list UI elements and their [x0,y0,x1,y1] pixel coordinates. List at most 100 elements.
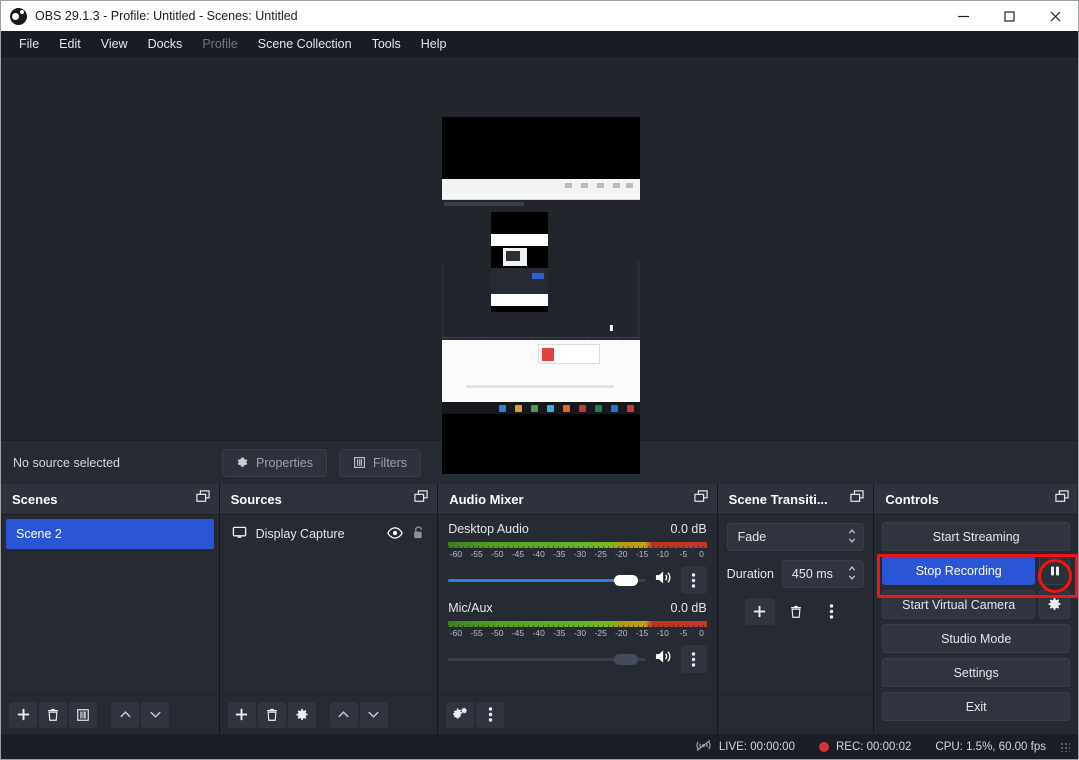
preview-area[interactable] [1,57,1078,474]
meter-tick: -15 [635,628,649,638]
gear-icon [1048,597,1061,610]
meter-tick: 0 [699,628,704,638]
scene-transitions-dock: Scene Transiti... Fade Duration 450 ms [717,484,875,734]
resize-grip-icon[interactable] [1060,741,1070,752]
menu-item-view[interactable]: View [91,33,138,55]
audio-track-menu-button[interactable] [680,645,707,673]
live-status: LIVE: 00:00:00 [695,739,795,755]
rec-timer-label: REC: 00:00:02 [835,740,912,753]
audio-advanced-properties-button[interactable] [446,701,475,728]
capture-window-titlebar [442,193,640,200]
trash-icon [266,708,277,721]
audio-track-db: 0.0 dB [670,601,707,615]
meter-tick: -40 [532,549,545,559]
meter-tick: -30 [573,549,587,559]
move-source-down-button[interactable] [359,701,388,728]
volume-slider[interactable] [448,650,646,668]
audio-mixer-dock-header: Audio Mixer [438,484,717,515]
scenes-list[interactable]: Scene 2 [1,515,219,694]
start-virtual-camera-button[interactable]: Start Virtual Camera [882,590,1035,619]
meter-tick: -35 [553,628,566,638]
preview-canvas[interactable] [442,117,640,474]
selected-source-status: No source selected [13,455,121,470]
audio-track-name: Desktop Audio [448,522,529,536]
menu-item-file[interactable]: File [9,33,49,55]
start-streaming-button[interactable]: Start Streaming [882,522,1070,551]
menu-bar: File Edit View Docks Profile Scene Colle… [1,31,1078,57]
remove-transition-button[interactable] [780,598,811,625]
maximize-icon[interactable] [986,1,1032,31]
transition-menu-button[interactable] [816,598,847,625]
sources-dock-title: Sources [230,491,282,507]
audio-mixer-menu-button[interactable] [476,701,505,728]
add-transition-button[interactable] [744,598,775,625]
sources-list[interactable]: Display Capture [220,515,438,694]
properties-button[interactable]: Properties [222,448,327,477]
monitor-icon [232,525,247,543]
pause-recording-button[interactable] [1039,556,1070,585]
unlock-icon[interactable] [412,525,425,543]
scene-transitions-dock-title: Scene Transiti... [728,491,828,507]
window-title: OBS 29.1.3 - Profile: Untitled - Scenes:… [35,9,298,23]
audio-track-name: Mic/Aux [448,601,493,615]
capture-nested-obs [442,200,640,423]
settings-button[interactable]: Settings [882,658,1070,687]
scene-transitions-footer [717,694,874,734]
menu-item-edit[interactable]: Edit [49,33,91,55]
sources-toolbar [219,694,438,734]
move-source-up-button[interactable] [329,701,358,728]
eye-icon[interactable] [387,526,403,543]
meter-tick: -50 [491,628,504,638]
vertical-dots-icon [488,707,492,722]
menu-item-docks[interactable]: Docks [138,33,193,55]
recording-row: Stop Recording [882,556,1070,585]
audio-mixer-dock-title: Audio Mixer [449,491,524,507]
stop-recording-button[interactable]: Stop Recording [882,556,1035,585]
spinner-arrows-icon[interactable] [846,526,858,549]
scene-filters-button[interactable] [69,701,97,728]
meter-tick: -15 [635,549,649,559]
menu-item-tools[interactable]: Tools [362,33,411,55]
plus-icon [235,708,248,721]
undock-icon[interactable] [1055,490,1069,508]
filters-button[interactable]: Filters [339,448,422,477]
remove-scene-button[interactable] [39,701,67,728]
title-bar: OBS 29.1.3 - Profile: Untitled - Scenes:… [1,1,1078,31]
undock-icon[interactable] [850,490,865,508]
audio-track-desktop: Desktop Audio 0.0 dB -60 -55 -50 -45 -40… [438,515,716,594]
undock-icon[interactable] [693,490,708,508]
meter-tick: -55 [470,549,483,559]
menu-item-profile[interactable]: Profile [192,33,247,55]
exit-button[interactable]: Exit [882,692,1070,721]
spinner-arrows-icon[interactable] [846,563,858,586]
virtual-camera-settings-button[interactable] [1039,590,1070,619]
undock-icon[interactable] [414,490,428,508]
add-source-button[interactable] [227,701,256,728]
close-icon[interactable] [1032,1,1078,31]
audio-track-mic: Mic/Aux 0.0 dB -60 -55 -50 -45 -40 -35 -… [438,594,716,673]
remove-source-button[interactable] [257,701,286,728]
mute-button[interactable] [654,648,673,670]
volume-slider[interactable] [448,571,646,589]
audio-track-menu-button[interactable] [680,566,707,594]
menu-item-scene-collection[interactable]: Scene Collection [248,33,362,55]
move-scene-up-button[interactable] [111,701,139,728]
studio-mode-button[interactable]: Studio Mode [882,624,1070,653]
duration-stepper[interactable]: 450 ms [781,560,865,588]
minimize-icon[interactable] [940,1,986,31]
plus-icon [753,605,766,618]
move-scene-down-button[interactable] [141,701,169,728]
source-properties-button[interactable] [287,701,316,728]
recording-status: REC: 00:00:02 [818,740,912,753]
mute-button[interactable] [654,569,673,591]
transition-value: Fade [737,530,767,544]
scene-list-item[interactable]: Scene 2 [6,519,214,549]
source-list-item[interactable]: Display Capture [220,519,438,549]
add-scene-button[interactable] [9,701,37,728]
menu-item-help[interactable]: Help [411,33,457,55]
pause-icon [1050,566,1059,575]
status-bar: LIVE: 00:00:00 REC: 00:00:02 CPU: 1.5%, … [1,734,1078,759]
undock-icon[interactable] [195,490,210,508]
transition-select[interactable]: Fade [726,523,865,551]
transition-duration-row: Duration 450 ms [727,560,865,588]
